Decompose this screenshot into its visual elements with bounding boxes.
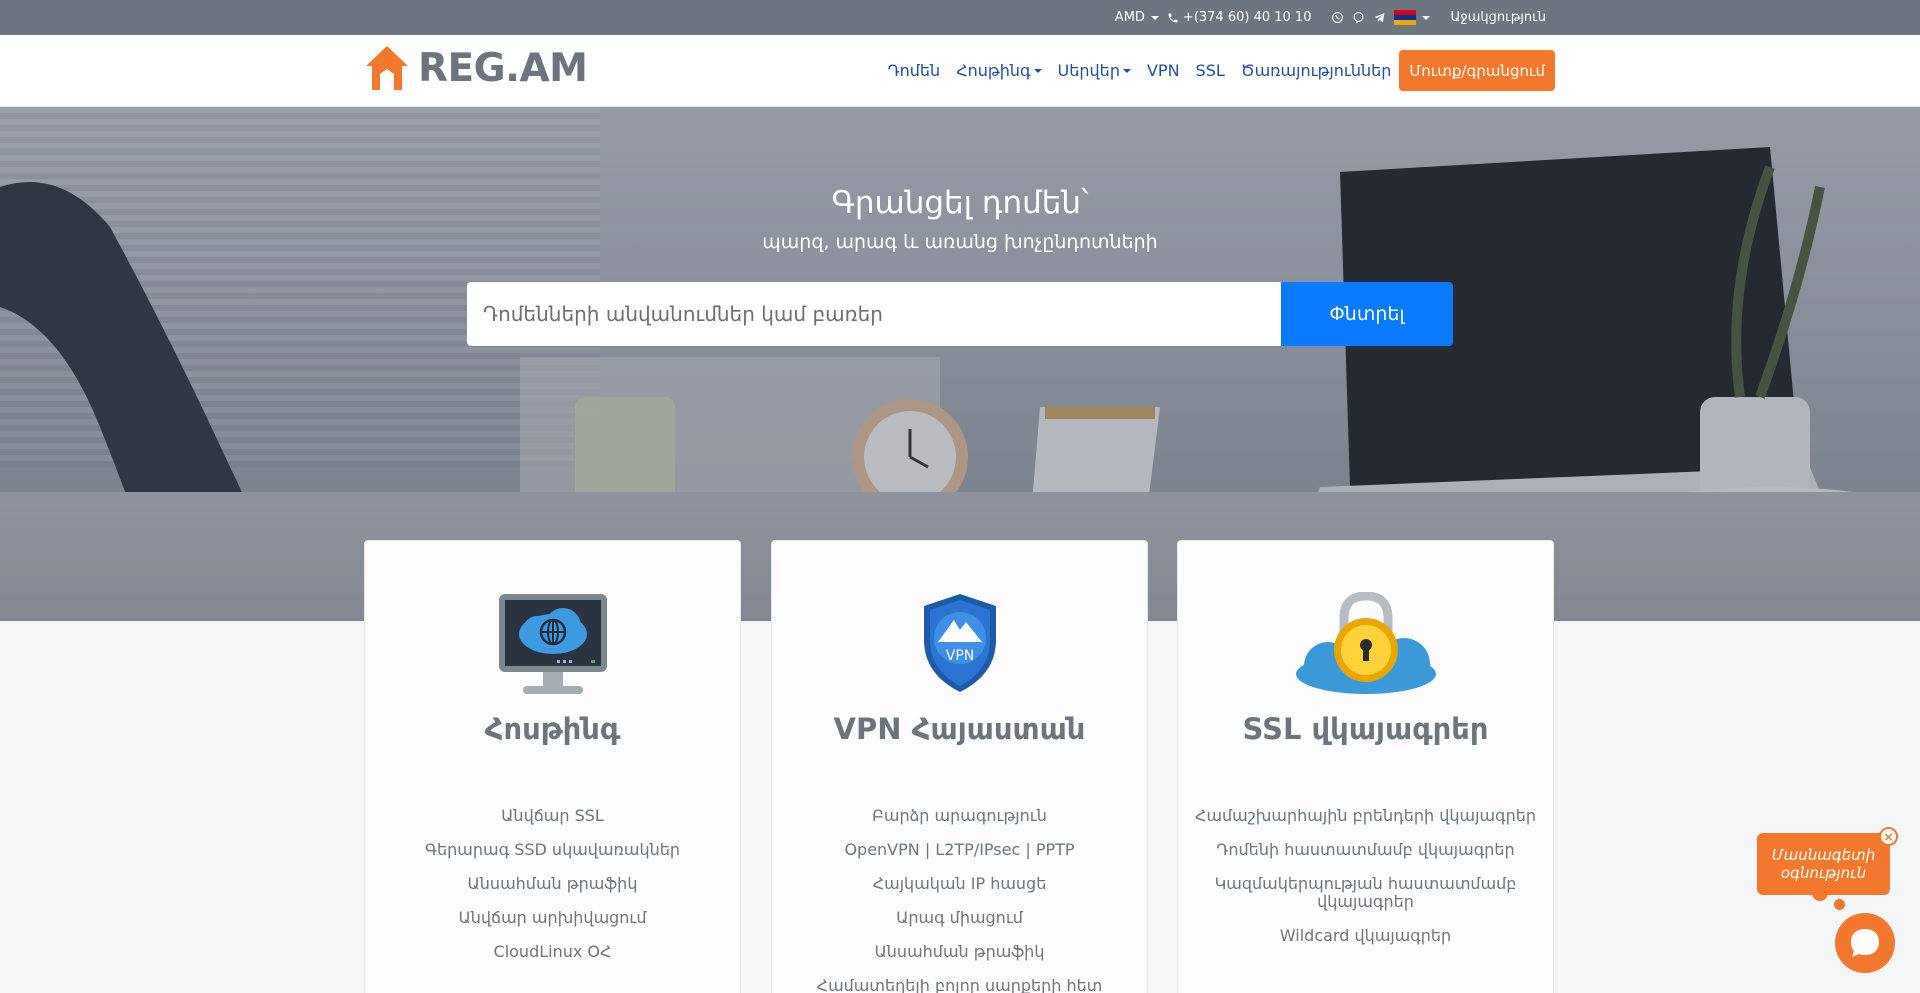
- list-item: Համաշխարհային բրենդերի վկայագրեր: [1194, 806, 1536, 825]
- domain-search-input[interactable]: [467, 282, 1281, 346]
- bubble-tail-dot: [1834, 899, 1845, 910]
- nav-services[interactable]: Ծառայություններ: [1233, 51, 1400, 91]
- nav-ssl[interactable]: SSL: [1188, 51, 1233, 91]
- list-item: Անվճար SSL: [501, 806, 604, 825]
- currency-dropdown[interactable]: AMD: [1115, 10, 1159, 25]
- nav-domain[interactable]: Դոմեն: [880, 51, 949, 91]
- svg-text:VPN: VPN: [945, 648, 974, 664]
- chevron-down-icon: [1033, 68, 1042, 73]
- feature-list: Համաշխարհային բրենդերի վկայագրեր Դոմենի …: [1188, 807, 1543, 961]
- nav-vpn[interactable]: VPN: [1139, 51, 1188, 91]
- list-item: Կազմակերպության հաստատմամբ վկայագրեր: [1214, 874, 1517, 911]
- vpn-shield-icon: VPN: [772, 589, 1147, 699]
- list-item: Արագ միացում: [896, 908, 1023, 927]
- nav-hosting-label: Հոսթինգ: [956, 61, 1031, 80]
- card-ssl[interactable]: SSL վկայագրեր Համաշխարհային բրենդերի վկա…: [1177, 540, 1554, 993]
- telegram-icon[interactable]: [1373, 11, 1386, 24]
- login-register-button[interactable]: Մուտք/գրանցում: [1399, 50, 1555, 91]
- main-nav: Դոմեն Հոսթինգ Սերվեր VPN SSL Ծառայությու…: [880, 50, 1555, 91]
- hero-subtitle: պարզ, արագ և առանց խոչընդոտների: [762, 231, 1158, 253]
- card-title: VPN Հայաստան: [833, 712, 1086, 746]
- currency-label: AMD: [1114, 10, 1145, 25]
- search-button[interactable]: Փնտրել: [1281, 282, 1453, 346]
- nav-server[interactable]: Սերվեր: [1050, 51, 1139, 91]
- house-logo-icon: [366, 46, 408, 90]
- nav-server-label: Սերվեր: [1057, 61, 1120, 80]
- card-title: Հոսթինգ: [484, 712, 621, 746]
- hosting-monitor-icon: [365, 589, 740, 699]
- list-item: Հայկական IP հասցե: [872, 874, 1047, 893]
- list-item: Բարձր արագություն: [872, 806, 1047, 825]
- phone-icon: [1167, 11, 1180, 24]
- feature-list: Անվճար SSL Գերարագ SSD սկավառակներ Անսահ…: [375, 807, 730, 977]
- domain-search-form: Փնտրել: [467, 282, 1453, 346]
- nav-hosting[interactable]: Հոսթինգ: [948, 51, 1049, 91]
- topbar: AMD +(374 60) 40 10 10 Աջակցություն: [0, 0, 1920, 35]
- feature-list: Բարձր արագություն OpenVPN | L2TP/IPsec |…: [782, 807, 1137, 993]
- chevron-down-icon: [1422, 15, 1431, 20]
- chevron-down-icon: [1150, 15, 1159, 20]
- list-item: Wildcard վկայագրեր: [1279, 926, 1452, 945]
- list-item: Անսահման թրաֆիկ: [467, 874, 638, 893]
- list-item: OpenVPN | L2TP/IPsec | PPTP: [844, 840, 1075, 859]
- topbar-content: AMD +(374 60) 40 10 10 Աջակցություն: [1115, 0, 1546, 35]
- chat-button[interactable]: [1835, 913, 1895, 973]
- ssl-lock-cloud-icon: [1178, 589, 1553, 699]
- phone-number: +(374 60) 40 10 10: [1182, 10, 1312, 25]
- card-title: SSL վկայագրեր: [1242, 712, 1489, 746]
- card-hosting[interactable]: Հոսթինգ Անվճար SSL Գերարագ SSD սկավառակն…: [364, 540, 741, 993]
- list-item: CloudLinux ՕՀ: [493, 942, 612, 961]
- list-item: Դոմենի հաստատմամբ վկայագրեր: [1216, 840, 1515, 859]
- bubble-tail-dot: [1812, 885, 1828, 901]
- list-item: Համատեղելի բոլոր սարքերի հետ: [816, 976, 1103, 993]
- language-dropdown[interactable]: [1394, 10, 1431, 25]
- list-item: Անվճար արխիվացում: [458, 908, 647, 927]
- logo[interactable]: REG.AM: [364, 44, 588, 92]
- card-vpn[interactable]: VPN VPN Հայաստան Բարձր արագություն OpenV…: [771, 540, 1148, 993]
- viber-icon[interactable]: [1352, 11, 1365, 24]
- hero-title: Գրանցել դոմեն՝: [831, 185, 1089, 221]
- support-link[interactable]: Աջակցություն: [1450, 10, 1546, 25]
- close-icon[interactable]: ×: [1879, 827, 1898, 846]
- list-item: Անսահման թրաֆիկ: [874, 942, 1045, 961]
- chevron-down-icon: [1122, 68, 1131, 73]
- list-item: Գերարագ SSD սկավառակներ: [424, 840, 681, 859]
- phone-link[interactable]: +(374 60) 40 10 10: [1167, 10, 1312, 25]
- armenia-flag-icon: [1394, 10, 1417, 25]
- navbar: REG.AM Դոմեն Հոսթինգ Սերվեր VPN SSL Ծառա…: [0, 35, 1920, 107]
- chat-icon: [1851, 929, 1879, 957]
- logo-text: REG.AM: [418, 45, 588, 91]
- whatsapp-icon[interactable]: [1331, 11, 1344, 24]
